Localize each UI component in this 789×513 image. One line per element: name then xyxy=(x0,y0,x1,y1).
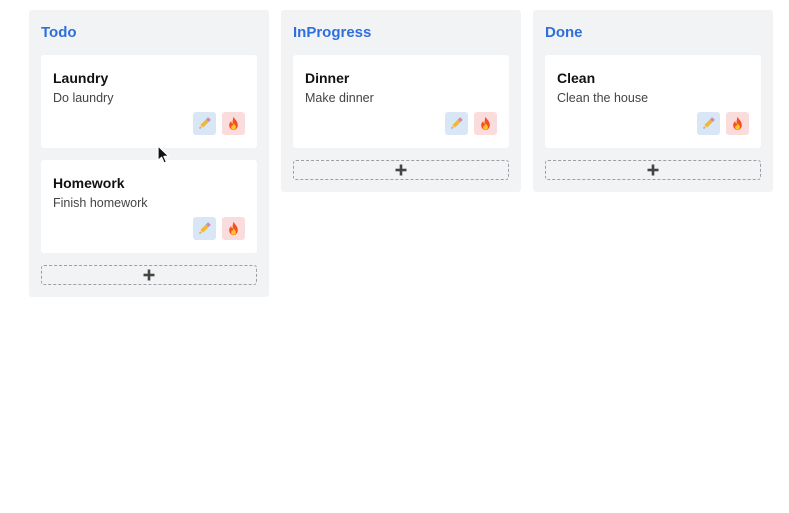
add-card-button[interactable] xyxy=(293,160,509,180)
edit-button[interactable] xyxy=(445,112,468,135)
card-title: Homework xyxy=(53,175,125,191)
pencil-icon xyxy=(703,117,715,129)
pencil-icon xyxy=(199,117,211,129)
column-title: InProgress xyxy=(293,24,372,41)
card-description: Finish homework xyxy=(53,196,148,210)
fire-icon xyxy=(481,116,490,131)
card-actions xyxy=(697,112,749,135)
pencil-icon xyxy=(199,222,211,234)
card-actions xyxy=(445,112,497,135)
plus-icon xyxy=(395,164,407,176)
add-card-button[interactable] xyxy=(41,265,257,285)
card-title: Dinner xyxy=(305,70,350,86)
edit-button[interactable] xyxy=(193,217,216,240)
card-title: Clean xyxy=(557,70,596,86)
task-card[interactable]: Homework Finish homework xyxy=(41,160,257,253)
card-title: Laundry xyxy=(53,70,109,86)
task-card[interactable]: Clean Clean the house xyxy=(545,55,761,148)
kanban-board: Todo Laundry Do laundry Homework Finish … xyxy=(29,10,773,297)
delete-button[interactable] xyxy=(726,112,749,135)
column-title: Done xyxy=(545,24,583,41)
column-todo: Todo Laundry Do laundry Homework Finish … xyxy=(29,10,269,297)
pencil-icon xyxy=(451,117,463,129)
edit-button[interactable] xyxy=(193,112,216,135)
task-card[interactable]: Laundry Do laundry xyxy=(41,55,257,148)
fire-icon xyxy=(229,116,238,131)
delete-button[interactable] xyxy=(222,217,245,240)
card-description: Make dinner xyxy=(305,91,374,105)
card-actions xyxy=(193,217,245,240)
column-inprogress: InProgress Dinner Make dinner xyxy=(281,10,521,192)
delete-button[interactable] xyxy=(222,112,245,135)
delete-button[interactable] xyxy=(474,112,497,135)
add-card-button[interactable] xyxy=(545,160,761,180)
card-description: Clean the house xyxy=(557,91,649,105)
edit-button[interactable] xyxy=(697,112,720,135)
fire-icon xyxy=(733,116,742,131)
plus-icon xyxy=(143,269,155,281)
fire-icon xyxy=(229,221,238,236)
column-title: Todo xyxy=(41,24,77,41)
column-done: Done Clean Clean the house xyxy=(533,10,773,192)
plus-icon xyxy=(647,164,659,176)
task-card[interactable]: Dinner Make dinner xyxy=(293,55,509,148)
card-description: Do laundry xyxy=(53,91,114,105)
card-actions xyxy=(193,112,245,135)
mouse-cursor-icon xyxy=(157,145,170,164)
